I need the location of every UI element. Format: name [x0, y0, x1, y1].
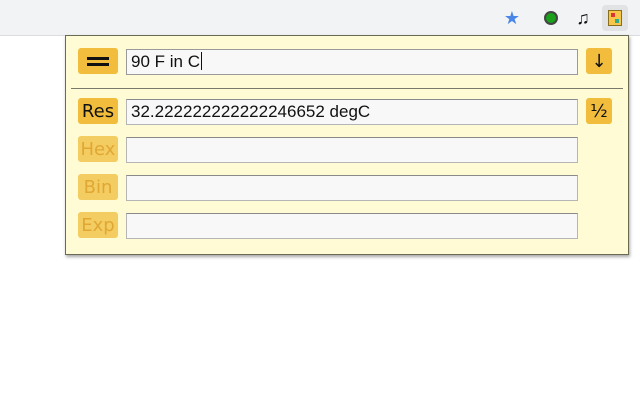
insert-result-button[interactable]: ↓ [586, 48, 612, 74]
music-note-icon[interactable]: ♫ [573, 8, 593, 28]
equals-icon [87, 56, 109, 66]
fraction-button[interactable]: ½ [586, 98, 612, 124]
hex-button[interactable]: Hex [78, 136, 118, 162]
expression-input[interactable]: 90 F in C [126, 49, 578, 75]
hex-field[interactable] [126, 137, 578, 163]
green-extension-icon[interactable] [541, 8, 561, 28]
bin-field[interactable] [126, 175, 578, 201]
text-caret [200, 52, 202, 70]
calculator-popup: 90 F in C ↓ Res 32.222222222222246652 de… [65, 35, 629, 255]
result-field[interactable]: 32.222222222222246652 degC [126, 99, 578, 125]
browser-toolbar: ★ ♫ [0, 0, 640, 36]
calculator-extension-icon[interactable] [602, 5, 628, 31]
expression-text: 90 F in C [131, 52, 200, 71]
res-button[interactable]: Res [78, 98, 118, 124]
exp-button[interactable]: Exp [78, 212, 118, 238]
calculator-mini-icon [608, 10, 622, 26]
bookmark-star-icon[interactable]: ★ [502, 8, 522, 28]
exp-field[interactable] [126, 213, 578, 239]
divider [71, 88, 623, 89]
green-dot-icon [544, 11, 558, 25]
equals-button[interactable] [78, 48, 118, 74]
bin-button[interactable]: Bin [78, 174, 118, 200]
